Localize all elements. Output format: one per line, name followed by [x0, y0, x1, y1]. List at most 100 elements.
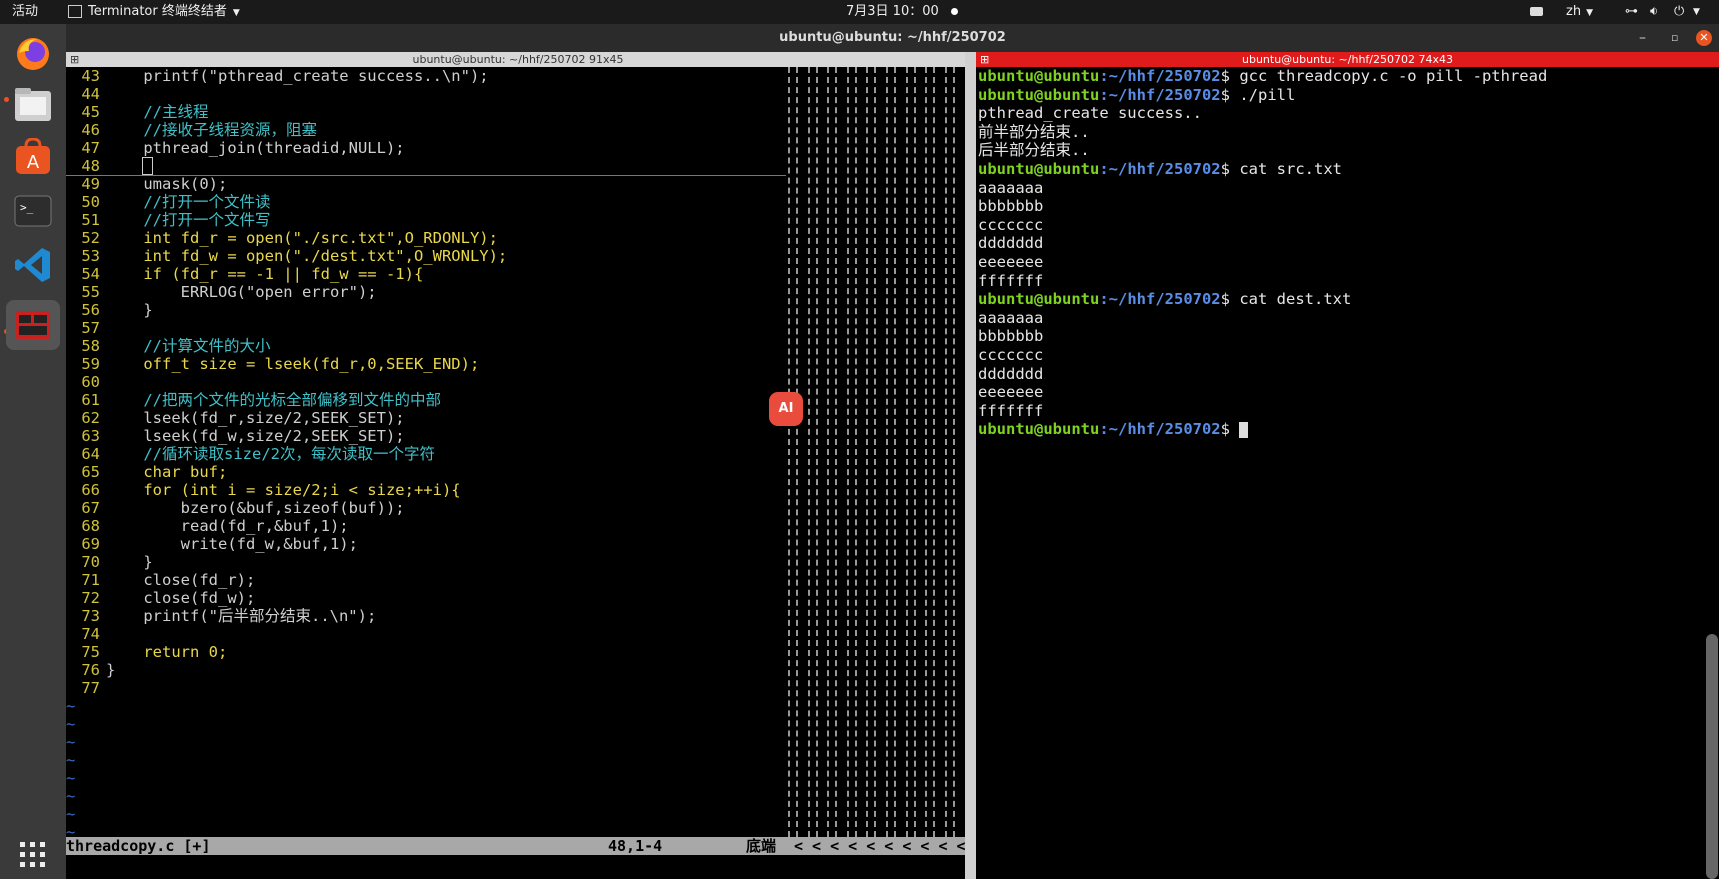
svg-text:>_: >_ [20, 201, 34, 214]
split-column[interactable] [866, 67, 877, 837]
code-line[interactable]: 56 } [66, 301, 786, 319]
line-number: 57 [81, 319, 100, 337]
code-text: char buf; [106, 463, 228, 481]
pane-group-icon[interactable]: ⊞ [980, 52, 989, 67]
terminator-icon[interactable] [6, 300, 60, 350]
maximize-icon[interactable]: ▫ [1671, 24, 1678, 52]
input-method-selector[interactable]: zh ▼ [1566, 0, 1593, 24]
window-title: ubuntu@ubuntu: ~/hhf/250702 [779, 30, 1006, 45]
prompt-symbol: $ [1220, 85, 1240, 104]
code-line[interactable]: 47 pthread_join(threadid,NULL); [66, 139, 786, 157]
terminal-pane[interactable]: ubuntu@ubuntu:~/hhf/250702$ gcc threadco… [976, 67, 1719, 879]
left-pane-titlebar[interactable]: ⊞ ubuntu@ubuntu: ~/hhf/250702 91x45 [66, 52, 970, 67]
code-line[interactable]: 45 //主线程 [66, 103, 786, 121]
network-icon[interactable]: ⊶ [1625, 0, 1638, 24]
empty-line-marker: ~ [66, 733, 76, 751]
code-line[interactable]: 64 //循环读取size/2次，每次读取一个字符 [66, 445, 786, 463]
code-line[interactable]: 66 for (int i = size/2;i < size;++i){ [66, 481, 786, 499]
prompt-user: ubuntu@ubuntu [978, 160, 1100, 178]
minimize-icon[interactable]: – [1639, 24, 1646, 52]
output-line: 前半部分结束.. [978, 122, 1090, 141]
line-number: 54 [81, 265, 100, 283]
ai-assistant-button[interactable]: AI [769, 392, 803, 426]
split-column[interactable] [886, 67, 896, 837]
command-text: gcc threadcopy.c -o pill -pthread [1239, 67, 1548, 85]
code-line[interactable]: 44 [66, 85, 786, 103]
code-line[interactable]: 43 printf("pthread_create success..\n"); [66, 67, 786, 85]
clock[interactable]: 7月3日 10：00 [846, 0, 958, 24]
code-line[interactable]: 54 if (fd_r == -1 || fd_w == -1){ [66, 265, 786, 283]
pane-divider[interactable] [965, 52, 976, 879]
files-icon[interactable] [10, 82, 56, 128]
terminal-scrollbar[interactable] [1706, 634, 1718, 879]
terminal-icon[interactable]: >_ [10, 188, 56, 234]
vscode-icon[interactable] [10, 242, 56, 288]
code-line[interactable]: 55 ERRLOG("open error"); [66, 283, 786, 301]
code-line[interactable]: 58 //计算文件的大小 [66, 337, 786, 355]
firefox-icon[interactable] [10, 30, 56, 76]
split-column[interactable] [944, 67, 955, 837]
code-line[interactable]: 73 printf("后半部分结束..\n"); [66, 607, 786, 625]
code-line[interactable]: 57 [66, 319, 786, 337]
split-column[interactable] [827, 67, 838, 837]
code-line[interactable]: 67 bzero(&buf,sizeof(buf)); [66, 499, 786, 517]
prompt-line: ubuntu@ubuntu:~/hhf/250702$ ./pill [978, 86, 1295, 105]
code-line[interactable]: 74 [66, 625, 786, 643]
split-column[interactable] [807, 67, 818, 837]
code-line[interactable]: 70 } [66, 553, 786, 571]
code-line[interactable]: 77 [66, 679, 786, 697]
code-line[interactable]: 51 //打开一个文件写 [66, 211, 786, 229]
code-line[interactable]: 62 lseek(fd_r,size/2,SEEK_SET); [66, 409, 786, 427]
app-menu[interactable]: Terminator 终端终结者 ▼ [68, 0, 240, 24]
code-line[interactable]: 68 read(fd_r,&buf,1); [66, 517, 786, 535]
split-column[interactable] [846, 67, 857, 837]
code-text: //接收子线程资源，阻塞 [106, 121, 317, 139]
code-line[interactable]: 71 close(fd_r); [66, 571, 786, 589]
code-line[interactable]: 61 //把两个文件的光标全部偏移到文件的中部 [66, 391, 786, 409]
code-text: printf("pthread_create success..\n"); [106, 67, 489, 85]
app-grid-icon[interactable] [10, 832, 56, 878]
line-number: 60 [81, 373, 100, 391]
code-line[interactable]: 59 off_t size = lseek(fd_r,0,SEEK_END); [66, 355, 786, 373]
split-column[interactable] [905, 67, 916, 837]
code-line[interactable]: 49 umask(0); [66, 175, 786, 193]
power-icon[interactable]: ⏻ [1674, 0, 1684, 24]
code-line[interactable]: 53 int fd_w = open("./dest.txt",O_WRONLY… [66, 247, 786, 265]
code-line[interactable]: 48 [66, 157, 786, 176]
code-line[interactable]: 75 return 0; [66, 643, 786, 661]
prompt-line: ubuntu@ubuntu:~/hhf/250702$ [978, 420, 1249, 439]
code-line[interactable]: 52 int fd_r = open("./src.txt",O_RDONLY)… [66, 229, 786, 247]
code-text: } [106, 661, 116, 679]
code-line[interactable]: 63 lseek(fd_w,size/2,SEEK_SET); [66, 427, 786, 445]
pane-group-icon[interactable]: ⊞ [70, 52, 79, 67]
right-pane-titlebar[interactable]: ⊞ ubuntu@ubuntu: ~/hhf/250702 74x43 [976, 52, 1719, 67]
line-number: 49 [81, 175, 100, 193]
prompt-path: :~/hhf/250702 [1099, 85, 1221, 104]
code-line[interactable]: 46 //接收子线程资源，阻塞 [66, 121, 786, 139]
code-line[interactable]: 65 char buf; [66, 463, 786, 481]
code-line[interactable]: 69 write(fd_w,&buf,1); [66, 535, 786, 553]
split-column[interactable] [925, 67, 936, 837]
empty-line-marker: ~ [66, 787, 76, 805]
window-titlebar[interactable]: ubuntu@ubuntu: ~/hhf/250702 – ▫ ✕ [66, 24, 1719, 52]
system-menu-chevron-icon[interactable]: ▼ [1693, 0, 1700, 24]
output-line: eeeeeee [978, 253, 1044, 271]
code-line[interactable]: 72 close(fd_w); [66, 589, 786, 607]
code-text: close(fd_r); [106, 571, 256, 589]
code-text: off_t size = lseek(fd_r,0,SEEK_END); [106, 355, 480, 373]
split-column[interactable] [788, 67, 798, 837]
volume-icon[interactable]: 🔉︎ [1650, 0, 1658, 24]
close-icon[interactable]: ✕ [1696, 30, 1712, 46]
keyboard-icon[interactable] [1530, 0, 1543, 24]
code-line[interactable]: 60 [66, 373, 786, 391]
top-bar: 活动 Terminator 终端终结者 ▼ 7月3日 10：00 zh ▼ ⊶ 🔉︎… [0, 0, 1719, 24]
code-text: lseek(fd_w,size/2,SEEK_SET); [106, 427, 405, 445]
software-icon[interactable]: A [10, 134, 56, 180]
vim-editor[interactable]: 43 printf("pthread_create success..\n");… [66, 67, 970, 879]
code-line[interactable]: 76} [66, 661, 786, 679]
output-line: eeeeeee [978, 383, 1044, 402]
code-line[interactable]: 50 //打开一个文件读 [66, 193, 786, 211]
line-number: 70 [81, 553, 100, 571]
activities-button[interactable]: 活动 [12, 0, 38, 24]
